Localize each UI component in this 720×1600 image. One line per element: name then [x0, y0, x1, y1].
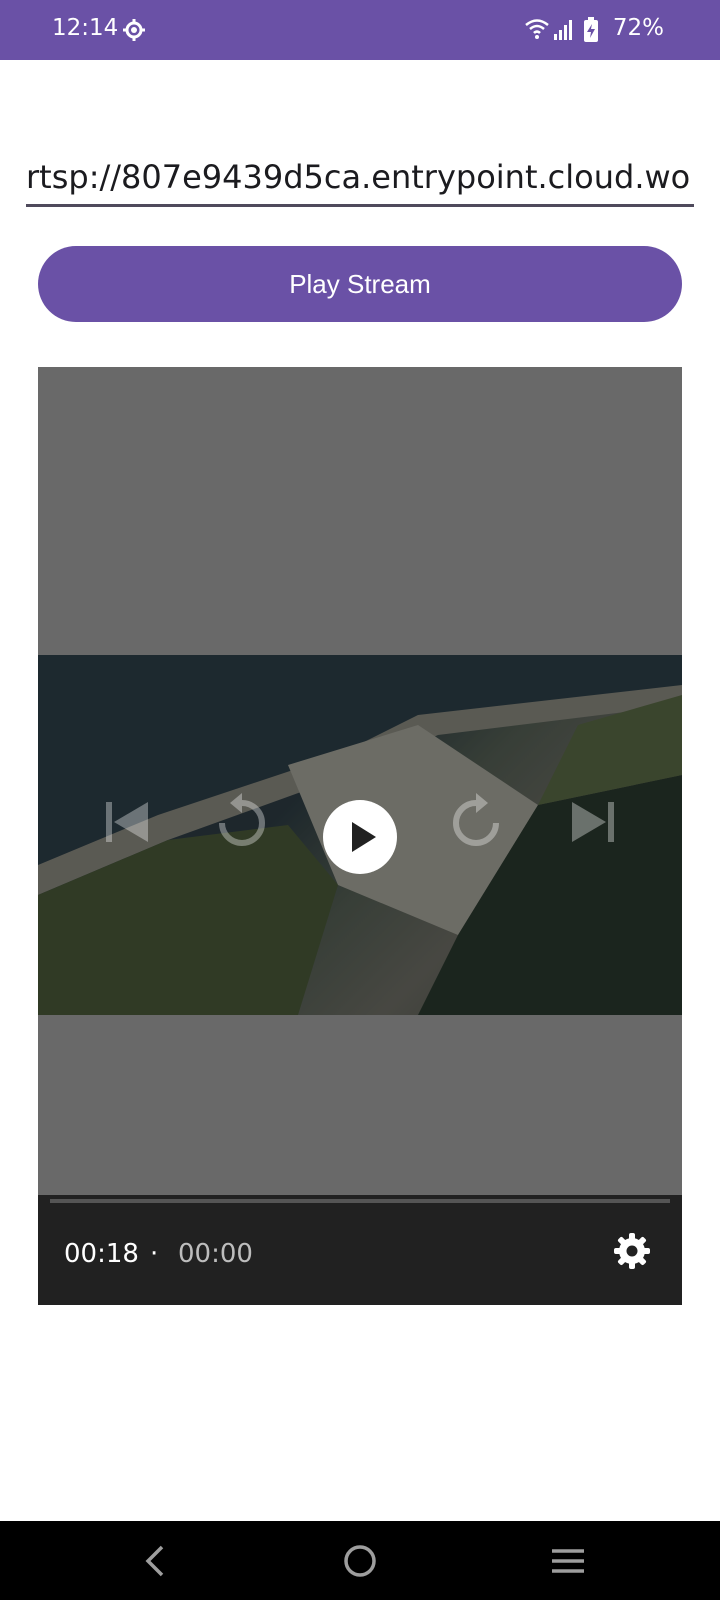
wifi-icon: [525, 19, 549, 39]
back-button[interactable]: [136, 1541, 176, 1581]
back-icon: [145, 1545, 164, 1577]
signal-icon: [554, 20, 572, 40]
recents-menu-icon: [552, 1549, 584, 1573]
current-time: 00:18: [64, 1239, 139, 1269]
player-controls-bar: 00:18 · 00:00: [38, 1195, 682, 1305]
forward-icon: [453, 793, 499, 846]
fast-forward-button[interactable]: [448, 791, 504, 851]
battery-percent: 72%: [612, 15, 664, 41]
home-icon: [344, 1545, 376, 1577]
system-nav-bar: [0, 1521, 720, 1600]
play-stream-button[interactable]: Play Stream: [38, 246, 682, 322]
skip-previous-icon: [106, 802, 148, 842]
play-button[interactable]: [323, 800, 397, 874]
player-settings-button[interactable]: [612, 1231, 652, 1271]
status-bar: 12:14 72%: [0, 0, 720, 60]
gear-icon: [614, 1233, 650, 1269]
play-icon: [352, 822, 376, 852]
progress-bar[interactable]: [50, 1199, 670, 1203]
time-separator: ·: [150, 1239, 159, 1269]
battery-charging-icon: [584, 17, 598, 42]
rewind-button[interactable]: [214, 791, 270, 851]
next-button[interactable]: [568, 797, 618, 847]
settings-notification-icon: [122, 18, 146, 42]
home-button[interactable]: [340, 1541, 380, 1581]
previous-button[interactable]: [102, 797, 152, 847]
video-player[interactable]: 00:18 · 00:00: [38, 367, 682, 1305]
duration: 00:00: [178, 1239, 253, 1269]
status-time: 12:14: [52, 15, 119, 41]
stream-url-input[interactable]: [26, 150, 694, 207]
status-icons: [524, 16, 614, 44]
recents-button[interactable]: [548, 1541, 588, 1581]
skip-next-icon: [572, 802, 614, 842]
replay-icon: [219, 793, 265, 846]
